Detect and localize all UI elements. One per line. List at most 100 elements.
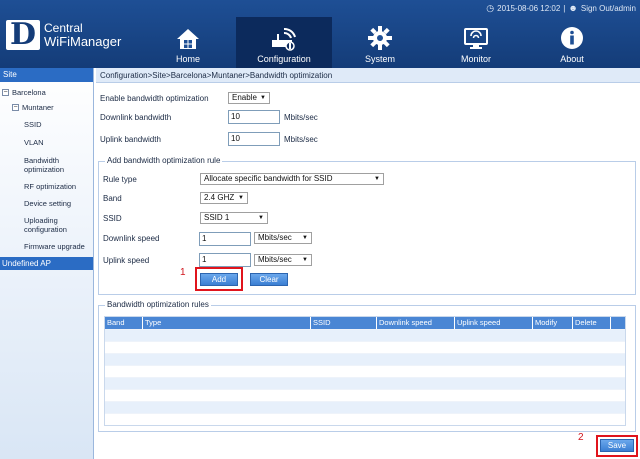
add-rule-legend: Add bandwidth optimization rule: [105, 156, 223, 165]
table-row: [105, 401, 625, 413]
sidebar-undefined-ap[interactable]: Undefined AP: [0, 257, 93, 270]
table-row: [105, 353, 625, 365]
sidebar-item-label: Barcelona: [12, 88, 46, 97]
nav-system[interactable]: System: [332, 17, 428, 68]
collapse-icon[interactable]: −: [2, 89, 9, 96]
ssid-value: SSID 1: [204, 213, 230, 222]
sidebar-item-label: Muntaner: [22, 103, 54, 112]
sidebar-item-rf-optimization[interactable]: RF optimization: [0, 174, 93, 191]
add-rule-button[interactable]: Add: [200, 273, 238, 286]
user-icon: ☻: [568, 3, 578, 13]
enable-select[interactable]: Enable ▼: [228, 92, 270, 104]
annotation-marker-1: 1: [180, 267, 186, 278]
ssid-label: SSID: [103, 214, 122, 223]
column-header-band: Band: [105, 317, 143, 329]
logo-line2: WiFiManager: [44, 34, 122, 49]
gear-icon: [368, 26, 392, 50]
sidebar-item-bandwidth-optimization[interactable]: Bandwidth optimization: [0, 147, 78, 174]
nav-home-label: Home: [175, 54, 200, 64]
downlink-bandwidth-label: Downlink bandwidth: [100, 113, 172, 122]
sidebar-item-muntaner[interactable]: − Muntaner: [0, 97, 93, 112]
rules-table-body: [105, 329, 625, 425]
info-icon: [561, 27, 583, 49]
rule-type-value: Allocate specific bandwidth for SSID: [204, 174, 333, 183]
downlink-bandwidth-input[interactable]: 10: [228, 110, 280, 124]
uplink-bandwidth-label: Uplink bandwidth: [100, 135, 161, 144]
sidebar-item-vlan[interactable]: VLAN: [0, 129, 93, 147]
save-button[interactable]: Save: [600, 439, 634, 452]
logo-text: Central WiFiManager: [44, 22, 122, 49]
nav-monitor[interactable]: Monitor: [428, 17, 524, 68]
sidebar-item-device-setting[interactable]: Device setting: [0, 191, 93, 208]
sidebar-item-barcelona[interactable]: − Barcelona: [0, 82, 93, 97]
sidebar-site-header[interactable]: Site: [0, 68, 93, 82]
topbar: ◷ 2015-08-06 12:02 | ☻ Sign Out/admin: [486, 2, 636, 14]
rules-legend: Bandwidth optimization rules: [105, 300, 211, 309]
nav-configuration[interactable]: Configuration: [236, 17, 332, 68]
table-row: [105, 365, 625, 377]
chevron-down-icon: ▼: [238, 195, 244, 201]
column-header-type: Type: [143, 317, 311, 329]
router-icon: [272, 28, 296, 51]
sidebar: Site − Barcelona − Muntaner SSID VLAN Ba…: [0, 68, 94, 459]
rules-table: Band Type SSID Downlink speed Uplink spe…: [104, 316, 626, 426]
chevron-down-icon: ▼: [374, 176, 380, 182]
band-value: 2.4 GHZ: [204, 193, 235, 202]
uplink-speed-unit: Mbits/sec: [258, 255, 292, 264]
scrollbar-track[interactable]: [611, 317, 625, 329]
band-select[interactable]: 2.4 GHZ ▼: [200, 192, 248, 204]
signout-link[interactable]: Sign Out/admin: [581, 4, 636, 13]
ssid-select[interactable]: SSID 1 ▼: [200, 212, 268, 224]
nav-home[interactable]: Home: [140, 17, 236, 68]
collapse-icon[interactable]: −: [12, 104, 19, 111]
main-content: Configuration>Site>Barcelona>Muntaner>Ba…: [96, 68, 640, 459]
clock-icon: ◷: [486, 2, 495, 13]
downlink-speed-label: Downlink speed: [103, 234, 160, 243]
sidebar-item-uploading-configuration[interactable]: Uploading configuration: [0, 208, 80, 234]
rule-type-select[interactable]: Allocate specific bandwidth for SSID ▼: [200, 173, 384, 185]
downlink-speed-unit-select[interactable]: Mbits/sec ▼: [254, 232, 312, 244]
nav-about-label: About: [560, 54, 584, 64]
home-icon: [177, 29, 199, 49]
chevron-down-icon: ▼: [258, 215, 264, 221]
monitor-icon: [464, 28, 488, 49]
rules-table-header: Band Type SSID Downlink speed Uplink spe…: [105, 317, 625, 329]
nav-configuration-label: Configuration: [257, 54, 311, 64]
rule-type-label: Rule type: [103, 175, 137, 184]
uplink-bandwidth-input[interactable]: 10: [228, 132, 280, 146]
table-row: [105, 377, 625, 389]
column-header-ssid: SSID: [311, 317, 377, 329]
enable-select-value: Enable: [232, 93, 257, 102]
column-header-modify: Modify: [533, 317, 573, 329]
annotation-marker-2: 2: [578, 432, 584, 443]
uplink-speed-label: Uplink speed: [103, 256, 150, 265]
app-header: ◷ 2015-08-06 12:02 | ☻ Sign Out/admin D …: [0, 0, 640, 68]
breadcrumb: Configuration>Site>Barcelona>Muntaner>Ba…: [96, 68, 640, 83]
column-header-downlink-speed: Downlink speed: [377, 317, 455, 329]
column-header-delete: Delete: [573, 317, 611, 329]
nav-system-label: System: [364, 54, 395, 64]
uplink-speed-unit-select[interactable]: Mbits/sec ▼: [254, 254, 312, 266]
clear-button[interactable]: Clear: [250, 273, 288, 286]
downlink-speed-input[interactable]: 1: [199, 232, 251, 246]
sidebar-item-ssid[interactable]: SSID: [0, 112, 93, 129]
app-logo: D Central WiFiManager: [6, 20, 121, 50]
band-label: Band: [103, 194, 122, 203]
chevron-down-icon: ▼: [260, 95, 266, 101]
uplink-bandwidth-unit: Mbits/sec: [284, 135, 318, 144]
chevron-down-icon: ▼: [302, 235, 308, 241]
nav-monitor-label: Monitor: [460, 54, 491, 64]
chevron-down-icon: ▼: [302, 257, 308, 263]
nav-about[interactable]: About: [524, 17, 620, 68]
logo-letter: D: [6, 20, 40, 50]
main-nav: Home Configuration System Monitor About: [140, 17, 620, 68]
downlink-bandwidth-unit: Mbits/sec: [284, 113, 318, 122]
table-row: [105, 389, 625, 401]
downlink-speed-unit: Mbits/sec: [258, 233, 292, 242]
table-row: [105, 413, 625, 425]
uplink-speed-input[interactable]: 1: [199, 253, 251, 267]
topbar-separator: |: [563, 3, 566, 13]
table-row: [105, 329, 625, 341]
datetime: 2015-08-06 12:02: [497, 3, 561, 13]
sidebar-item-firmware-upgrade[interactable]: Firmware upgrade: [0, 234, 93, 251]
